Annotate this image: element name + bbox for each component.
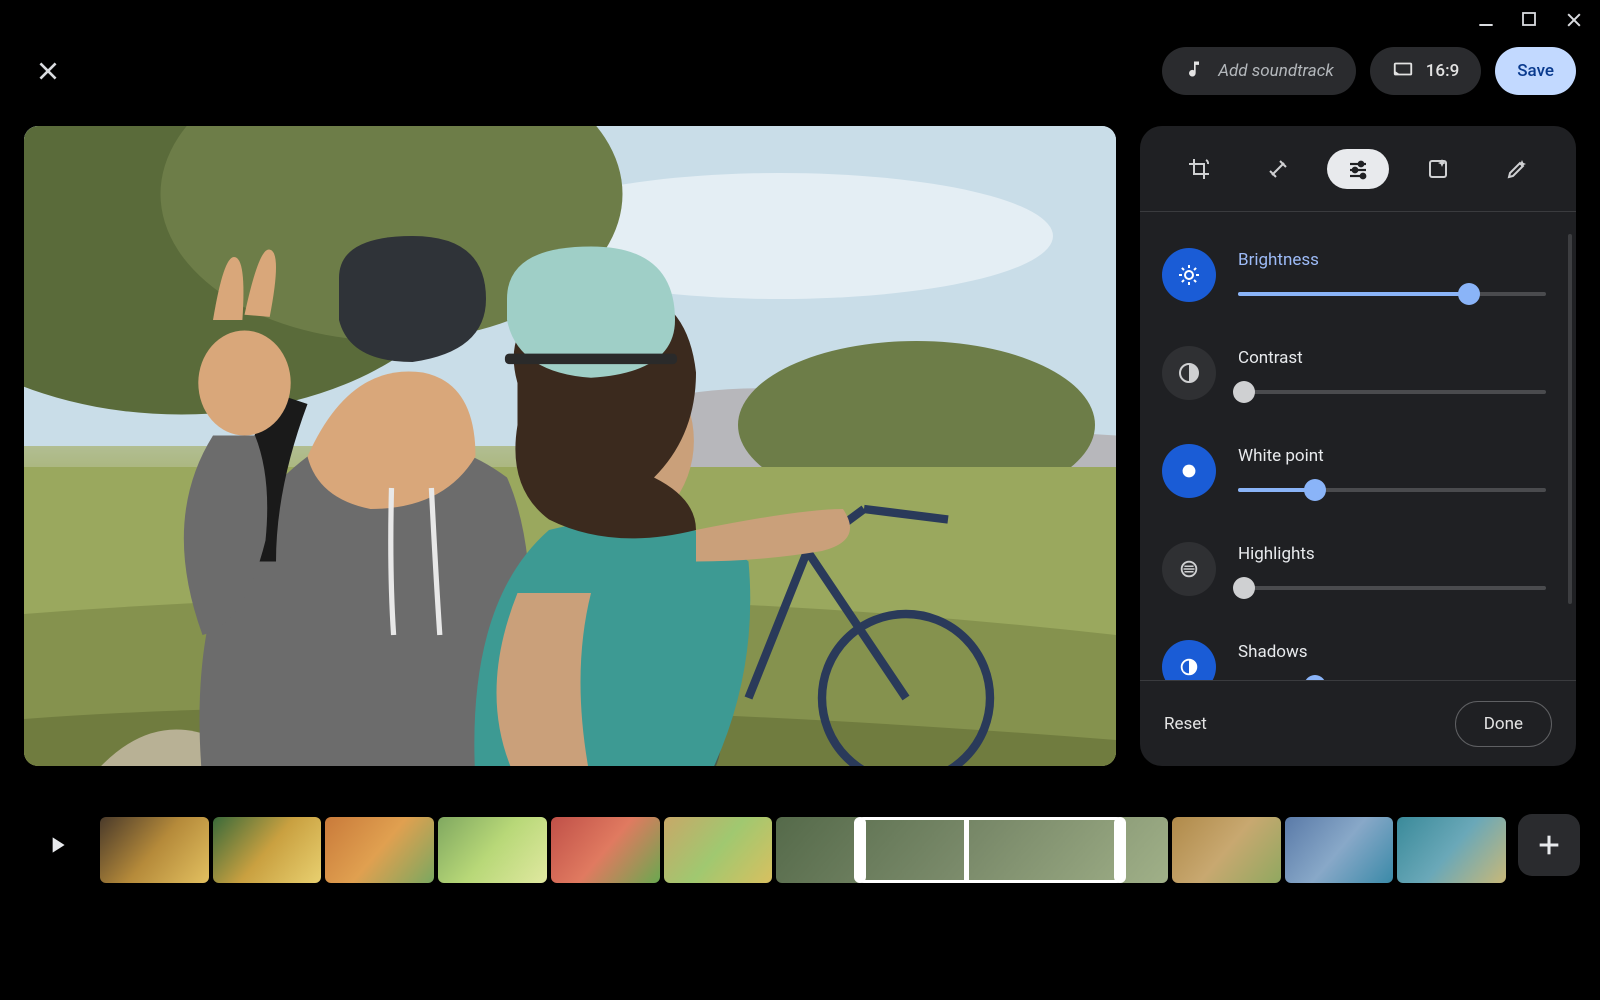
tab-crop[interactable] [1168,149,1230,189]
adjustments-list[interactable]: Brightness Contrast [1140,212,1576,680]
brightness-icon[interactable] [1162,248,1216,302]
adjustment-brightness: Brightness [1162,234,1546,332]
contrast-label: Contrast [1238,348,1546,368]
clip-thumbnail[interactable] [213,817,322,883]
adjustment-highlights: Highlights [1162,528,1546,626]
aspect-ratio-icon [1392,58,1414,85]
timeline [0,800,1600,930]
play-button[interactable] [26,814,88,876]
trim-handle-right[interactable] [1114,817,1126,883]
playhead[interactable] [964,817,969,883]
adjustment-shadows: Shadows [1162,626,1546,680]
clip-thumbnail[interactable] [438,817,547,883]
contrast-slider[interactable] [1238,386,1546,398]
white-point-slider[interactable] [1238,484,1546,496]
adjustment-contrast: Contrast [1162,332,1546,430]
clip-thumbnail[interactable] [1397,817,1506,883]
close-editor-button[interactable] [24,47,72,95]
brightness-slider[interactable] [1238,288,1546,300]
reset-button[interactable]: Reset [1164,714,1207,734]
highlights-label: Highlights [1238,544,1546,564]
highlights-slider[interactable] [1238,582,1546,594]
shadows-icon[interactable] [1162,640,1216,680]
music-note-icon [1184,59,1204,84]
window-controls [1476,10,1586,32]
clip-thumbnail[interactable] [325,817,434,883]
trim-handle-left[interactable] [854,817,866,883]
tab-filters[interactable] [1407,149,1469,189]
trim-selection [854,817,1125,883]
panel-footer: Reset Done [1140,680,1576,766]
scrollbar[interactable] [1568,234,1572,604]
white-point-label: White point [1238,446,1546,466]
maximize-icon[interactable] [1520,10,1542,32]
highlights-icon[interactable] [1162,542,1216,596]
clip-thumbnail-selected[interactable] [776,817,1167,883]
tab-adjust[interactable] [1327,149,1389,189]
shadows-label: Shadows [1238,642,1546,662]
save-button[interactable]: Save [1495,47,1576,95]
done-button[interactable]: Done [1455,701,1552,747]
clip-thumbnail[interactable] [1285,817,1394,883]
minimize-icon[interactable] [1476,10,1498,32]
aspect-ratio-label: 16:9 [1426,61,1459,81]
brightness-label: Brightness [1238,250,1546,270]
aspect-ratio-button[interactable]: 16:9 [1370,47,1481,95]
tool-tabs [1140,126,1576,212]
add-clip-button[interactable] [1518,814,1580,876]
clip-thumbnail[interactable] [1172,817,1281,883]
video-preview[interactable] [24,126,1116,766]
editor-panel: Brightness Contrast [1140,126,1576,766]
white-point-icon[interactable] [1162,444,1216,498]
main-row: Brightness Contrast [24,126,1576,766]
save-label: Save [1517,61,1554,81]
contrast-icon[interactable] [1162,346,1216,400]
adjustment-white-point: White point [1162,430,1546,528]
top-bar: Add soundtrack 16:9 Save [0,38,1600,104]
tab-tools[interactable] [1247,149,1309,189]
clip-thumbnail[interactable] [551,817,660,883]
add-soundtrack-button[interactable]: Add soundtrack [1162,47,1356,95]
soundtrack-label: Add soundtrack [1218,61,1334,81]
clip-strip[interactable] [100,814,1506,886]
clip-thumbnail[interactable] [664,817,773,883]
clip-thumbnail[interactable] [100,817,209,883]
tab-markup[interactable] [1486,149,1548,189]
window-close-icon[interactable] [1564,10,1586,32]
